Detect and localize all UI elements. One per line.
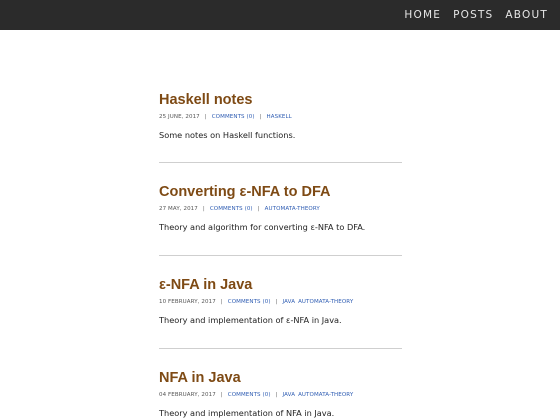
meta-separator: | [257, 206, 260, 212]
post-divider [159, 162, 402, 163]
post-divider [159, 255, 402, 256]
meta-separator: | [275, 299, 278, 305]
nav-home-link[interactable]: HOME [404, 9, 441, 21]
post-comments-link[interactable]: COMMENTS (0) [228, 299, 271, 305]
post-title-link[interactable]: NFA in Java [159, 369, 402, 387]
post-meta: 27 MAY, 2017 | COMMENTS (0) | AUTOMATA-THEOR… [159, 205, 402, 213]
post-tag-link[interactable]: AUTOMATA-THEORY [298, 299, 353, 305]
post-tag-link[interactable]: HASKELL [267, 114, 292, 120]
post-item: Haskell notes 25 JUNE, 2017 | COMMENTS (0)… [159, 91, 402, 141]
post-date: 27 MAY, 2017 [159, 206, 198, 212]
post-title-link[interactable]: Converting ε-NFA to DFA [159, 183, 402, 201]
post-title-link[interactable]: ε-NFA in Java [159, 276, 402, 294]
post-tag-link[interactable]: AUTOMATA-THEORY [298, 392, 353, 398]
post-summary: Theory and implementation of ε-NFA in Ja… [159, 315, 342, 325]
post-meta: 04 FEBRUARY, 2017 | COMMENTS (0) | JAVA AUTOM… [159, 391, 402, 399]
post-divider [159, 348, 402, 349]
post-summary: Theory and algorithm for converting ε-NF… [159, 222, 366, 232]
nav-posts-link[interactable]: POSTS [453, 9, 493, 21]
post-comments-link[interactable]: COMMENTS (0) [210, 206, 253, 212]
meta-separator: | [220, 299, 223, 305]
post-comments-link[interactable]: COMMENTS (0) [228, 392, 271, 398]
post-tag-link[interactable]: JAVA [283, 392, 296, 398]
post-date: 10 FEBRUARY, 2017 [159, 299, 216, 305]
meta-separator: | [275, 392, 278, 398]
post-comments-link[interactable]: COMMENTS (0) [212, 114, 255, 120]
post-meta: 25 JUNE, 2017 | COMMENTS (0) | HASKELL [159, 113, 402, 121]
meta-separator: | [259, 114, 262, 120]
top-navbar: HOME POSTS ABOUT [0, 0, 560, 30]
post-meta: 10 FEBRUARY, 2017 | COMMENTS (0) | JAVA AUTOM… [159, 298, 402, 306]
meta-separator: | [204, 114, 207, 120]
post-title-link[interactable]: Haskell notes [159, 91, 402, 109]
nav-about-link[interactable]: ABOUT [505, 9, 548, 21]
meta-separator: | [220, 392, 223, 398]
post-tag-link[interactable]: AUTOMATA-THEORY [265, 206, 320, 212]
post-item: NFA in Java 04 FEBRUARY, 2017 | COMMENTS (… [159, 369, 402, 419]
post-item: ε-NFA in Java 10 FEBRUARY, 2017 | COMMENTS… [159, 276, 402, 326]
post-date: 25 JUNE, 2017 [159, 114, 200, 120]
post-summary: Theory and implementation of NFA in Java… [159, 408, 335, 418]
post-item: Converting ε-NFA to DFA 27 MAY, 2017 | COM… [159, 183, 402, 233]
post-summary: Some notes on Haskell functions. [159, 130, 296, 140]
main-nav: HOME POSTS ABOUT [404, 0, 548, 30]
meta-separator: | [202, 206, 205, 212]
post-date: 04 FEBRUARY, 2017 [159, 392, 216, 398]
post-tag-link[interactable]: JAVA [283, 299, 296, 305]
